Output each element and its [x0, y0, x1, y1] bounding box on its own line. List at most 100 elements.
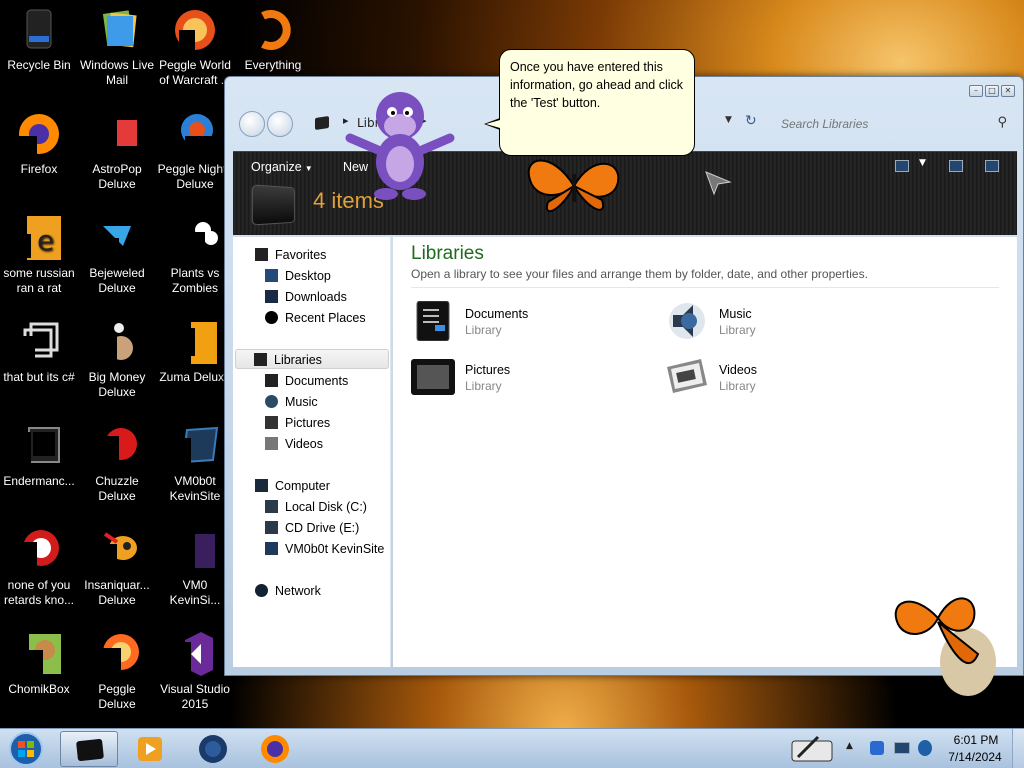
library-item-documents[interactable]: Documents Library	[411, 299, 651, 347]
peggle-deluxe-icon[interactable]: Peggle Deluxe	[78, 628, 156, 728]
library-type: Library	[465, 323, 502, 337]
nav-item-computer[interactable]: Computer	[233, 476, 391, 496]
clock-date[interactable]: 7/14/2024	[944, 750, 1006, 764]
desktop-icon-label: VM0b0t KevinSite	[169, 474, 221, 503]
bejeweled-deluxe-icon[interactable]: Bejeweled Deluxe	[78, 212, 156, 312]
address-dropdown-icon[interactable]: ▼	[725, 115, 732, 125]
help-icon[interactable]	[985, 160, 999, 172]
big-money-deluxe-icon[interactable]: Big Money Deluxe	[78, 316, 156, 416]
butterfly-on-hamster-icon	[894, 597, 996, 696]
desktop-icon-label: Bejeweled Deluxe	[89, 266, 145, 295]
that-but-its-c-icon[interactable]: that but its c#	[0, 316, 78, 416]
nav-item-local-disk[interactable]: Local Disk (C:)	[233, 497, 391, 517]
peggle-nights-deluxe-icon[interactable]: Peggle Nights Deluxe	[156, 108, 234, 208]
nav-item-cd-drive[interactable]: CD Drive (E:)	[233, 518, 391, 538]
desktop-icon-label: Visual Studio 2015	[160, 682, 230, 711]
taskbar-globe-button[interactable]	[184, 731, 242, 767]
zuma-deluxe-icon[interactable]: Zuma Deluxe	[156, 316, 234, 416]
vm0b0t-kevinsite-icon[interactable]: VM0b0t KevinSite	[156, 420, 234, 520]
vm0-kevinsi-icon[interactable]: VM0 KevinSi...	[156, 524, 234, 624]
desktop-icon-label: that but its c#	[3, 370, 75, 384]
svg-text:e: e	[37, 224, 54, 257]
chuzzle-deluxe-icon[interactable]: Chuzzle Deluxe	[78, 420, 156, 520]
nav-label: VM0b0t KevinSite	[285, 542, 385, 556]
desktop-icon-label: Everything	[244, 58, 302, 72]
organize-button[interactable]: Organize ▼	[251, 160, 313, 174]
recycle-bin-icon[interactable]: Recycle Bin	[0, 4, 78, 104]
nav-item-documents[interactable]: Documents	[233, 371, 391, 391]
show-desktop-button[interactable]	[1012, 729, 1024, 768]
butterfly-icon	[527, 159, 620, 213]
libraries-icon	[76, 738, 104, 762]
firefox-icon[interactable]: Firefox	[0, 108, 78, 208]
mouse-cursor-icon	[705, 171, 732, 196]
pictures-library-icon	[411, 359, 455, 395]
libraries-icon	[315, 116, 329, 130]
desktop-icon-label: ChomikBox	[8, 682, 70, 696]
desktop-icon-label: Firefox	[20, 162, 58, 176]
some-russian-ran-a-rat-icon[interactable]: e some russian ran a rat	[0, 212, 78, 312]
library-item-videos[interactable]: Videos Library	[665, 355, 905, 403]
videos-icon	[265, 437, 278, 450]
network-status-icon[interactable]	[894, 742, 910, 754]
nav-label: CD Drive (E:)	[285, 521, 360, 535]
preview-pane-icon[interactable]	[949, 160, 963, 172]
pen-tablet-icon[interactable]	[788, 733, 836, 765]
taskbar-explorer-button[interactable]	[60, 731, 118, 767]
none-of-you-icon[interactable]: none of you retards kno...	[0, 524, 78, 624]
back-button[interactable]	[239, 111, 265, 137]
clock-time[interactable]: 6:01 PM	[948, 733, 1004, 747]
bonzi-buddy-character[interactable]	[340, 86, 460, 204]
nav-item-recent-places[interactable]: Recent Places	[233, 308, 391, 328]
desktop-icon-label: Recycle Bin	[7, 58, 71, 72]
astropop-deluxe-icon[interactable]: AstroPop Deluxe	[78, 108, 156, 208]
taskbar-firefox-button[interactable]	[246, 731, 304, 767]
refresh-icon[interactable]: ↻	[745, 113, 757, 129]
nav-item-desktop[interactable]: Desktop	[233, 266, 391, 286]
nav-label: Documents	[285, 374, 349, 388]
nav-item-vm-kevinsite[interactable]: VM0b0t KevinSite	[233, 539, 391, 559]
nav-item-music[interactable]: Music	[233, 392, 391, 412]
globe-icon	[199, 735, 227, 763]
close-button[interactable]: ✕	[1001, 85, 1015, 97]
library-type: Library	[465, 379, 502, 393]
nav-item-pictures[interactable]: Pictures	[233, 413, 391, 433]
search-input[interactable]	[771, 112, 1013, 136]
desktop-icon-label: Peggle Nights Deluxe	[157, 162, 233, 191]
nav-item-videos[interactable]: Videos	[233, 434, 391, 454]
view-dropdown-icon[interactable]: ▼	[919, 158, 926, 168]
library-item-pictures[interactable]: Pictures Library	[411, 355, 651, 403]
taskbar: ▲ 6:01 PM 7/14/2024	[0, 728, 1024, 768]
plants-vs-zombies-icon[interactable]: Plants vs Zombies	[156, 212, 234, 312]
forward-button[interactable]	[267, 111, 293, 137]
start-button[interactable]	[6, 731, 46, 767]
nav-item-network[interactable]: Network	[233, 581, 391, 601]
music-library-icon	[669, 303, 705, 339]
windows-live-mail-icon[interactable]: Windows Live Mail	[78, 4, 156, 104]
library-type: Library	[719, 379, 756, 393]
desktop-icon-label: some russian ran a rat	[3, 266, 75, 295]
taskbar-media-player-button[interactable]	[122, 731, 180, 767]
minimize-button[interactable]: –	[969, 85, 983, 97]
nav-label: Downloads	[285, 290, 347, 304]
visual-studio-2015-icon[interactable]: Visual Studio 2015	[156, 628, 234, 728]
library-item-music[interactable]: Music Library	[665, 299, 905, 347]
maximize-button[interactable]: □	[985, 85, 999, 97]
tray-app-icon[interactable]	[870, 741, 884, 755]
search-icon[interactable]: ⚲	[997, 115, 1007, 130]
peggle-world-of-warcraft-icon[interactable]: Peggle World of Warcraft ...	[156, 4, 234, 104]
desktop-icon-label: Windows Live Mail	[79, 58, 155, 87]
change-view-icon[interactable]	[895, 160, 909, 172]
divider	[411, 287, 999, 288]
chomikbox-icon[interactable]: ChomikBox	[0, 628, 78, 728]
show-hidden-icons-icon[interactable]: ▲	[846, 741, 853, 751]
desktop-icon-label: Insaniquar... Deluxe	[84, 578, 150, 607]
nav-item-libraries[interactable]: Libraries	[235, 349, 389, 369]
endermanc-icon[interactable]: Endermanc...	[0, 420, 78, 520]
network-drive-icon	[265, 542, 278, 555]
nav-item-downloads[interactable]: Downloads	[233, 287, 391, 307]
library-name: Videos	[719, 363, 757, 377]
nav-item-favorites[interactable]: Favorites	[233, 245, 391, 265]
insaniquarium-deluxe-icon[interactable]: Insaniquar... Deluxe	[78, 524, 156, 624]
volume-icon[interactable]	[918, 740, 932, 756]
